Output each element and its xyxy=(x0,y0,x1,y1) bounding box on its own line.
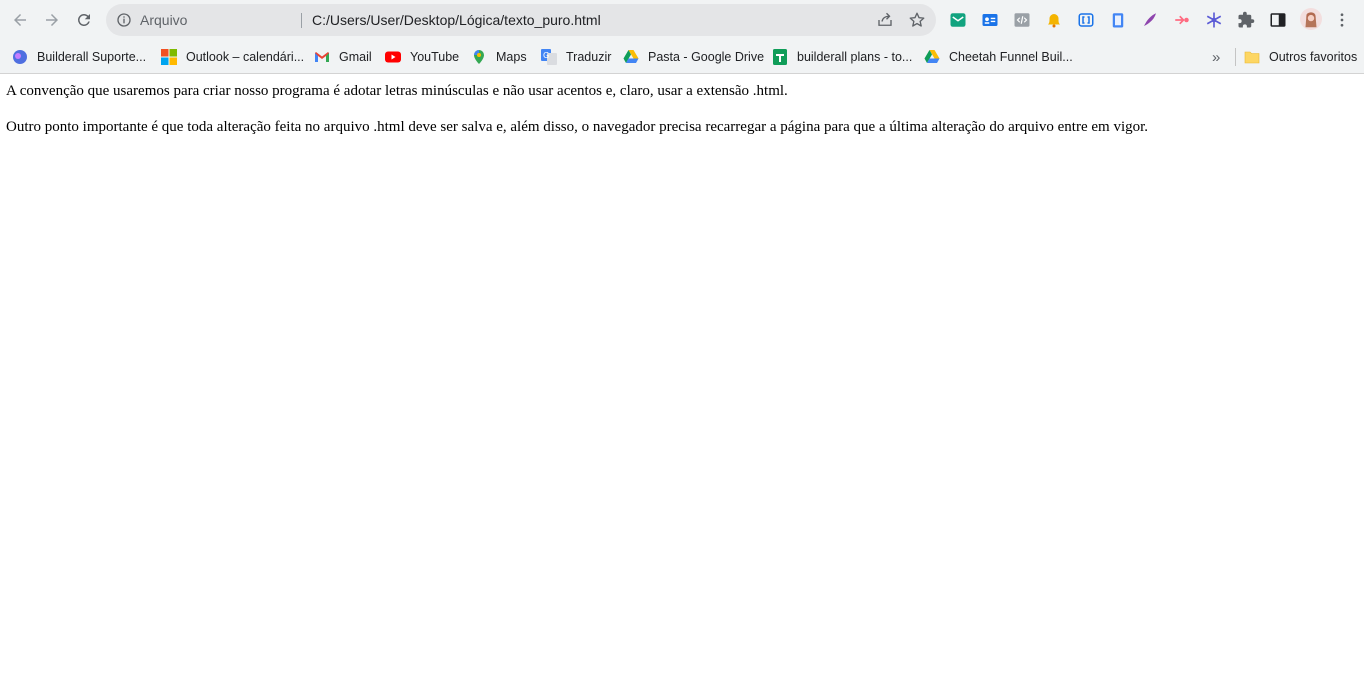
paragraph-1: A convenção que usaremos para criar noss… xyxy=(6,83,788,99)
kebab-menu-icon[interactable] xyxy=(1332,10,1352,30)
contact-card-extension-icon[interactable] xyxy=(980,10,1000,30)
bookmark-label: Maps xyxy=(496,50,527,64)
forward-button[interactable] xyxy=(38,6,66,34)
other-bookmarks-label: Outros favoritos xyxy=(1269,50,1358,64)
bookmark-outlook[interactable]: Outlook – calendári... xyxy=(161,45,304,69)
bookmarks-overflow-button[interactable]: » xyxy=(1212,45,1220,69)
share-icon xyxy=(878,12,892,26)
builderall-icon xyxy=(12,49,28,65)
bookmark-google-drive[interactable]: Pasta - Google Drive xyxy=(623,45,764,69)
mail-extension-icon[interactable] xyxy=(948,10,968,30)
svg-text:G: G xyxy=(543,51,549,60)
url-scheme-label: Arquivo xyxy=(140,12,188,28)
bookmark-star-button[interactable] xyxy=(908,11,926,29)
side-panel-icon[interactable] xyxy=(1268,10,1288,30)
share-button[interactable] xyxy=(876,11,894,29)
back-button[interactable] xyxy=(6,6,34,34)
address-bar[interactable]: Arquivo C:/Users/User/Desktop/Lógica/tex… xyxy=(106,4,936,36)
bracket-extension-icon[interactable] xyxy=(1076,10,1096,30)
snowflake-extension-icon[interactable] xyxy=(1204,10,1224,30)
bookmark-traduzir[interactable]: G Traduzir xyxy=(541,45,611,69)
bookmark-builderall-plans[interactable]: builderall plans - to... xyxy=(772,45,912,69)
feather-extension-icon[interactable] xyxy=(1140,10,1160,30)
browser-toolbar: Arquivo C:/Users/User/Desktop/Lógica/tex… xyxy=(0,0,1364,40)
google-drive-icon xyxy=(924,49,940,65)
bookmark-label: Pasta - Google Drive xyxy=(648,50,765,64)
bookmark-label: Cheetah Funnel Buil... xyxy=(949,50,1073,64)
info-icon[interactable] xyxy=(116,12,132,28)
reload-icon xyxy=(77,13,90,26)
maps-pin-icon xyxy=(471,49,487,65)
profile-avatar[interactable] xyxy=(1300,8,1322,30)
url-separator xyxy=(301,13,302,28)
bookmark-label: Builderall Suporte... xyxy=(37,50,147,64)
microsoft-icon xyxy=(161,49,177,65)
bookmark-label: Gmail xyxy=(339,50,372,64)
google-drive-icon xyxy=(623,49,639,65)
page-content: A convenção que usaremos para criar noss… xyxy=(0,74,1364,694)
arrow-right-icon xyxy=(46,14,58,26)
star-icon xyxy=(909,12,925,27)
clipboard-extension-icon[interactable] xyxy=(1108,10,1128,30)
bookmarks-divider xyxy=(1235,48,1236,66)
bookmark-maps[interactable]: Maps xyxy=(471,45,527,69)
paragraph-2: Outro ponto importante é que toda altera… xyxy=(6,119,1149,135)
arrows-extension-icon[interactable] xyxy=(1172,10,1192,30)
bookmark-label: YouTube xyxy=(410,50,460,64)
bookmark-label: Traduzir xyxy=(566,50,612,64)
url-text[interactable]: C:/Users/User/Desktop/Lógica/texto_puro.… xyxy=(312,4,601,36)
bookmark-gmail[interactable]: Gmail xyxy=(314,45,372,69)
bookmark-cheetah-funnel[interactable]: Cheetah Funnel Buil... xyxy=(924,45,1073,69)
bookmark-builderall[interactable]: Builderall Suporte... xyxy=(12,45,146,69)
translate-icon: G xyxy=(541,49,557,65)
bookmark-label: builderall plans - to... xyxy=(797,50,913,64)
bookmark-youtube[interactable]: YouTube xyxy=(385,45,459,69)
sheets-icon xyxy=(772,49,788,65)
youtube-icon xyxy=(385,49,401,65)
gmail-icon xyxy=(314,49,330,65)
folder-icon xyxy=(1244,49,1260,65)
bookmarks-bar: Builderall Suporte... Outlook – calendár… xyxy=(0,40,1364,74)
code-extension-icon[interactable] xyxy=(1012,10,1032,30)
arrow-left-icon xyxy=(14,14,26,26)
bell-extension-icon[interactable] xyxy=(1044,10,1064,30)
reload-button[interactable] xyxy=(70,6,98,34)
other-bookmarks-folder[interactable]: Outros favoritos xyxy=(1244,45,1357,69)
puzzle-icon[interactable] xyxy=(1236,10,1256,30)
bookmark-label: Outlook – calendári... xyxy=(186,50,305,64)
